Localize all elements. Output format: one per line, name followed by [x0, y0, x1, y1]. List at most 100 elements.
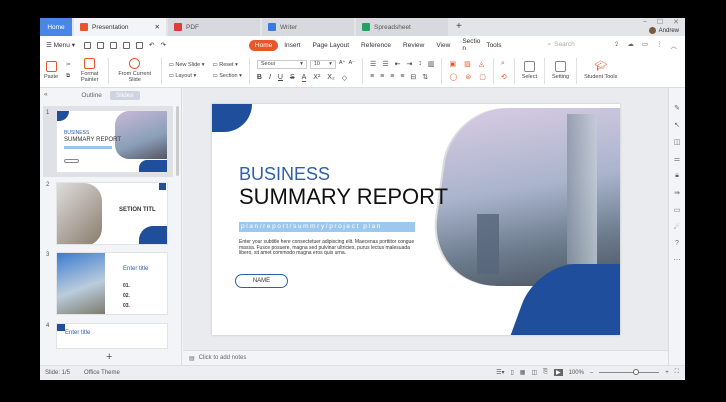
collapse-ribbon-icon[interactable]: ︿ [671, 40, 678, 50]
slide-sorter-icon[interactable]: ▦ [520, 369, 526, 376]
align-right-icon[interactable]: ≡ [390, 73, 394, 81]
outline-icon[interactable]: ▢ [479, 73, 486, 81]
share-icon[interactable]: ⇪ [614, 40, 619, 50]
menu-page-layout[interactable]: Page Layout [307, 40, 356, 51]
fit-window-icon[interactable]: ⛶ [675, 369, 679, 376]
italic-icon[interactable]: I [269, 74, 271, 82]
menu-view[interactable]: View [430, 40, 456, 51]
close-icon[interactable]: ✕ [155, 23, 160, 31]
underline-icon[interactable]: U [278, 74, 283, 82]
slide-thumbnail-2[interactable]: SETION TITL [56, 182, 168, 245]
collapse-panel-icon[interactable]: « [44, 91, 48, 98]
subscript-icon[interactable]: X₂ [327, 74, 334, 82]
normal-view-icon[interactable]: ▯ [510, 369, 513, 376]
find-icon[interactable]: ⌕ [501, 60, 507, 68]
copy-icon[interactable]: ⧉ [66, 73, 71, 80]
menu-home[interactable]: Home [248, 39, 279, 51]
shapes-icon[interactable]: ◯ [449, 73, 457, 81]
user-account[interactable]: Andrew [648, 27, 679, 34]
font-size-select[interactable]: 10 ▾ [309, 59, 336, 69]
font-color-icon[interactable]: A [301, 74, 307, 82]
redo-icon[interactable]: ↷ [160, 41, 165, 49]
tab-slides[interactable]: Slides [109, 90, 140, 100]
comment-icon[interactable]: ▭ [642, 40, 648, 50]
bullets-icon[interactable]: ☰ [370, 60, 376, 68]
slide-editor[interactable]: BUSINESS SUMMARY REPORT plan/report/summ… [212, 104, 620, 335]
slide-name-button[interactable]: NAME [235, 274, 288, 288]
numbering-icon[interactable]: ☰ [382, 60, 388, 68]
menu-tools[interactable]: Tools [480, 40, 507, 51]
lock-icon[interactable]: 🔒︎ [675, 172, 679, 180]
clear-format-icon[interactable]: ◇ [342, 74, 347, 82]
tab-presentation[interactable]: Presentation ✕ [74, 18, 166, 36]
font-select[interactable]: Seoui ▾ [256, 59, 307, 69]
indent-icon[interactable]: ⇤ [395, 60, 401, 68]
reset-button[interactable]: ▭ Reset ▾ [212, 62, 241, 68]
add-slide-button[interactable]: + [106, 351, 112, 363]
tab-outline[interactable]: Outline [81, 92, 102, 99]
play-slideshow-button[interactable]: ▶ [553, 369, 563, 376]
reading-view-icon[interactable]: ◫ [531, 369, 537, 376]
menu-reference[interactable]: Reference [355, 40, 397, 51]
maximize-icon[interactable]: ☐ [657, 18, 663, 26]
frame-icon[interactable]: ▭ [674, 206, 681, 214]
student-tools-button[interactable]: 🎓︎ Student Tools [584, 61, 617, 80]
theme-name[interactable]: Office Theme [84, 370, 120, 376]
print-icon[interactable] [122, 41, 130, 49]
bold-icon[interactable]: B [257, 74, 262, 82]
more-icon[interactable]: ⋮ [656, 40, 663, 50]
new-slide-button[interactable]: ▭ New Slide ▾ [169, 62, 205, 68]
align-center-icon[interactable]: ≡ [380, 73, 384, 81]
textbox-icon[interactable]: ▣ [449, 60, 456, 68]
zoom-out-button[interactable]: – [590, 370, 593, 376]
more-icon[interactable]: ⋯ [674, 256, 681, 264]
help-icon[interactable]: ? [675, 240, 679, 247]
slide-thumbnail-4[interactable]: Enter title [56, 323, 168, 349]
menu-insert[interactable]: Insert [278, 40, 306, 51]
cloud-icon[interactable]: ☁ [627, 40, 634, 50]
tab-home[interactable]: Home [40, 18, 72, 36]
select-button[interactable]: Select [522, 61, 537, 80]
export-icon[interactable] [109, 41, 117, 49]
preview-icon[interactable] [135, 41, 143, 49]
pointer-icon[interactable]: ↖ [674, 121, 680, 129]
panel-scrollbar[interactable] [176, 106, 179, 176]
animation-icon[interactable]: ☄ [674, 223, 680, 231]
pen-icon[interactable]: ✎ [674, 104, 680, 112]
format-painter-button[interactable]: Format Painter [79, 58, 101, 83]
layout-button[interactable]: ▭ Layout ▾ [169, 73, 205, 79]
justify-icon[interactable]: ≡ [400, 73, 404, 81]
shrink-font-icon[interactable]: A⁻ [348, 60, 355, 69]
replace-icon[interactable]: ⟲ [501, 73, 507, 81]
save-icon[interactable] [96, 41, 104, 49]
close-window-icon[interactable]: ✕ [673, 18, 679, 26]
undo-icon[interactable]: ↶ [149, 41, 154, 49]
menu-button[interactable]: ☰ Menu ▾ [40, 39, 81, 51]
zoom-slider-handle[interactable] [633, 369, 640, 375]
notes-toggle-icon[interactable]: ☰▾ [496, 369, 504, 376]
from-current-slide-button[interactable]: From Current Slide [116, 58, 154, 83]
fill-icon[interactable]: ◬ [479, 60, 484, 68]
menu-section[interactable]: Sectio n [456, 36, 480, 54]
distribute-icon[interactable]: ⊟ [410, 73, 416, 81]
cut-icon[interactable]: ✂ [66, 62, 71, 68]
menu-review[interactable]: Review [397, 40, 430, 51]
minimize-icon[interactable]: – [643, 18, 647, 26]
zoom-slider[interactable] [599, 369, 660, 375]
tab-writer[interactable]: Writer [262, 18, 354, 36]
tab-spreadsheet[interactable]: Spreadsheet [356, 18, 448, 36]
section-button[interactable]: ▭ Section ▾ [212, 73, 241, 79]
grow-font-icon[interactable]: A⁺ [339, 60, 346, 69]
zoom-level[interactable]: 100% [569, 370, 584, 376]
superscript-icon[interactable]: X² [313, 74, 320, 82]
paste-button[interactable]: Paste [44, 61, 58, 80]
slide-thumbnail-3[interactable]: Enter title 01. 02. 03. [56, 252, 168, 315]
picture-icon[interactable]: ▨ [464, 60, 471, 68]
notes-area[interactable]: ▤ Click to add notes [183, 350, 668, 365]
line-spacing-icon[interactable]: ↕ [418, 60, 422, 68]
canvas-scrollbar[interactable] [657, 104, 661, 304]
slide-thumbnail-1[interactable]: BUSINESS SUMMARY REPORT [56, 110, 168, 173]
zoom-in-button[interactable]: + [665, 370, 669, 376]
new-tab-button[interactable]: + [450, 18, 468, 36]
open-icon[interactable] [83, 41, 91, 49]
